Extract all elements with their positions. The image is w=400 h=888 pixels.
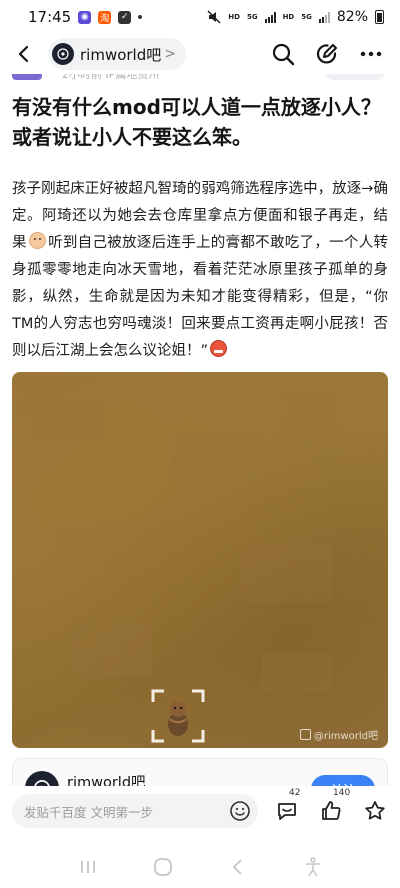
watermark-logo-icon	[299, 729, 311, 740]
comment-button[interactable]: 42	[272, 788, 302, 826]
reply-placeholder: 发贴千百度 文明第一步	[24, 804, 153, 820]
comment-count: 42	[289, 788, 301, 798]
post-body: 孩子刚起床正好被超凡智琦的弱鸡筛选程序选中，放逐→确定。阿琦还以为她会去仓库里拿…	[12, 176, 388, 365]
terrain-patch	[172, 432, 262, 482]
comment-icon	[278, 803, 296, 820]
post-body-part-2: 听到自己被放逐后连手上的膏都不敢吃了，一个人转身孤零零地走向冰天雪地，看着茫茫冰…	[12, 235, 389, 359]
search-icon	[272, 43, 295, 66]
home-button[interactable]	[148, 855, 178, 879]
compose-button[interactable]	[312, 39, 342, 69]
search-button[interactable]	[268, 39, 298, 69]
more-notifications-dot	[138, 15, 143, 19]
mute-icon	[207, 10, 221, 24]
network-label-1: HD	[228, 12, 240, 21]
more-horizontal-icon	[360, 51, 382, 57]
network-label-3: HD	[282, 12, 295, 21]
reply-input[interactable]: 发贴千百度 文明第一步	[12, 794, 258, 828]
terrain-patch	[242, 542, 332, 602]
accessibility-button[interactable]	[298, 855, 328, 879]
system-back-icon	[232, 859, 242, 875]
like-button[interactable]: 140	[316, 788, 350, 826]
baby-face-emoji-icon	[28, 232, 46, 249]
star-icon	[365, 801, 385, 820]
post-image[interactable]: @rimworld吧	[12, 372, 388, 748]
terrain-patch	[32, 402, 102, 442]
network-label-2: 5G	[246, 12, 258, 21]
taobao-icon: 淘	[98, 10, 112, 24]
nav-actions	[268, 39, 386, 69]
forum-name: rimworld吧	[80, 45, 162, 64]
post-title: 有没有什么mod可以人道一点放逐小人？或者说让小人不要这么笨。	[12, 95, 381, 149]
smiley-icon	[230, 801, 250, 821]
bottom-action-bar: 发贴千百度 文明第一步 42 140	[0, 786, 400, 836]
chevron-right-icon: >	[164, 46, 176, 62]
selected-pawn-icon[interactable]	[150, 688, 206, 744]
terrain-patch	[282, 392, 342, 462]
terrain-patch	[52, 522, 162, 567]
status-time: 17:45	[28, 8, 72, 26]
system-navigation-bar	[0, 846, 400, 888]
favorite-button[interactable]	[360, 796, 390, 826]
back-button[interactable]	[6, 36, 42, 72]
compose-icon	[316, 44, 337, 64]
forum-logo-icon	[52, 43, 74, 65]
image-watermark: @rimworld吧	[299, 727, 378, 742]
like-count: 140	[333, 788, 351, 798]
home-icon	[153, 858, 172, 876]
top-navigation: rimworld吧 >	[0, 34, 400, 74]
accessibility-icon	[305, 857, 320, 877]
watermark-text: @rimworld吧	[313, 731, 378, 742]
forum-entry-button[interactable]: rimworld吧 >	[48, 38, 186, 70]
battery-icon	[375, 10, 384, 24]
recent-apps-button[interactable]	[73, 855, 103, 879]
status-left: 17:45 ◉ 淘 ✓	[28, 8, 143, 26]
status-bar: 17:45 ◉ 淘 ✓ HD 5G HD 5G 82%	[0, 0, 400, 34]
network-label-4: 5G	[301, 12, 312, 21]
status-right: HD 5G HD 5G 82%	[207, 9, 384, 25]
signal-icon-1	[264, 11, 276, 23]
system-back-button[interactable]	[223, 855, 253, 879]
checkbox-app-icon: ✓	[118, 10, 132, 24]
terrain-patch	[262, 652, 332, 692]
emoji-button[interactable]	[228, 799, 252, 823]
terrain-patch	[72, 622, 152, 677]
signal-icon-2	[318, 11, 330, 23]
angry-face-emoji-icon	[210, 340, 228, 357]
thumbs-up-icon	[322, 801, 341, 820]
battery-percent: 82%	[336, 9, 368, 25]
notification-app-icon: ◉	[78, 10, 92, 24]
back-arrow-icon	[18, 45, 29, 63]
more-button[interactable]	[356, 39, 386, 69]
recent-apps-icon	[80, 861, 95, 873]
